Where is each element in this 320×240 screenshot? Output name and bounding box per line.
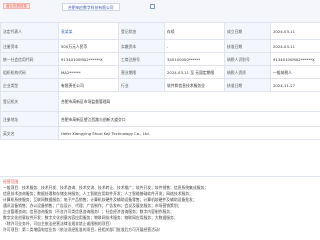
cell-label: 登记机关 xyxy=(0,91,59,112)
table-row: 组织机构代码 MA2****** 营业期限 2024-03-11 至 无固定期限… xyxy=(0,65,320,79)
cell-label: 成立日期 xyxy=(224,22,271,40)
copy-icon[interactable] xyxy=(150,4,155,9)
cell-value: 91340100MA2******X xyxy=(270,52,320,66)
cell-value: 2024-03-11 xyxy=(270,39,320,53)
cell-value: 2024-03-11 至 无固定期限 xyxy=(164,65,225,79)
header-bar: 营业执照信息 合肥响应数字科技有限公司 xyxy=(0,0,320,22)
cell-label: 英文名 xyxy=(0,126,59,140)
cell-label: 统一社会信用代码 xyxy=(0,52,59,66)
cell-value: 340100000****** xyxy=(164,52,225,66)
cell-label: 行业 xyxy=(118,78,165,92)
cell-label: 营业期限 xyxy=(118,65,165,79)
cell-value: MA2****** xyxy=(58,65,119,79)
cell-value: Hefei Xiangying Shuzi Keji Technology Co… xyxy=(58,126,320,140)
table-row: 注册地址 合肥市高新区望江西路与创新大道交口 xyxy=(0,111,320,127)
tab-company-name[interactable]: 合肥响应数字科技有限公司 xyxy=(62,3,120,11)
cell-label: 注册地址 xyxy=(0,111,59,127)
cell-label: 法定代表人 xyxy=(0,22,59,40)
business-scope: 经营范围 一般项目：技术服务、技术开发、技术咨询、技术交流、技术转让、技术推广；… xyxy=(0,176,320,240)
cell-label: 核准日期 xyxy=(224,78,271,92)
cell-label: 实缴资本 xyxy=(118,39,165,53)
scope-line: 许可项目：第二类增值电信业务（依法须经批准的项目，经相关部门批准后方可开展经营活… xyxy=(3,227,163,232)
section-badge: 营业执照信息 xyxy=(3,3,30,9)
cell-value: 一般纳税人 xyxy=(270,65,320,79)
cell-value: 存续 xyxy=(164,22,225,40)
cell-value: - xyxy=(164,39,225,53)
table-row: 法定代表人 袁某某 登记状态 存续 成立日期 2024-03-11 xyxy=(0,22,320,40)
cell-label: 纳税人识别号 xyxy=(224,52,271,66)
cell-value: 91340100MA2******X xyxy=(58,52,119,66)
cell-value: 500万元人民币 xyxy=(58,39,119,53)
cell-label: 登记状态 xyxy=(118,22,165,40)
cell-label: 企业类型 xyxy=(0,78,59,92)
table-row: 企业类型 有限责任公司 行业 软件和信息技术服务业 核准日期 2024-11-2… xyxy=(0,78,320,92)
legal-rep-link[interactable]: 袁某某 xyxy=(58,22,119,40)
table-row: 英文名 Hefei Xiangying Shuzi Keji Technolog… xyxy=(0,126,320,140)
cell-value: 2024-03-11 xyxy=(270,22,320,40)
cell-value: 2024-11-27 xyxy=(270,78,320,92)
tab-row: 合肥响应数字科技有限公司 xyxy=(62,3,120,11)
table-row: 注册资本 500万元人民币 实缴资本 - 核准日期 2024-03-11 xyxy=(0,39,320,53)
cell-value: 合肥市高新区市场监督管理局 xyxy=(58,91,320,112)
table-row: 统一社会信用代码 91340100MA2******X 工商注册号 340100… xyxy=(0,52,320,66)
cell-label: 组织机构代码 xyxy=(0,65,59,79)
cell-label: 核准日期 xyxy=(224,39,271,53)
table-row: 登记机关 合肥市高新区市场监督管理局 xyxy=(0,91,320,112)
cell-value: 软件和信息技术服务业 xyxy=(164,78,225,92)
cell-value: 合肥市高新区望江西路与创新大道交口 xyxy=(58,111,320,127)
cell-label: 工商注册号 xyxy=(118,52,165,66)
cell-label: 注册资本 xyxy=(0,39,59,53)
cell-label: 纳税人资质 xyxy=(224,65,271,79)
cell-value: 有限责任公司 xyxy=(58,78,119,92)
info-table: 法定代表人 袁某某 登记状态 存续 成立日期 2024-03-11 注册资本 5… xyxy=(0,22,320,140)
